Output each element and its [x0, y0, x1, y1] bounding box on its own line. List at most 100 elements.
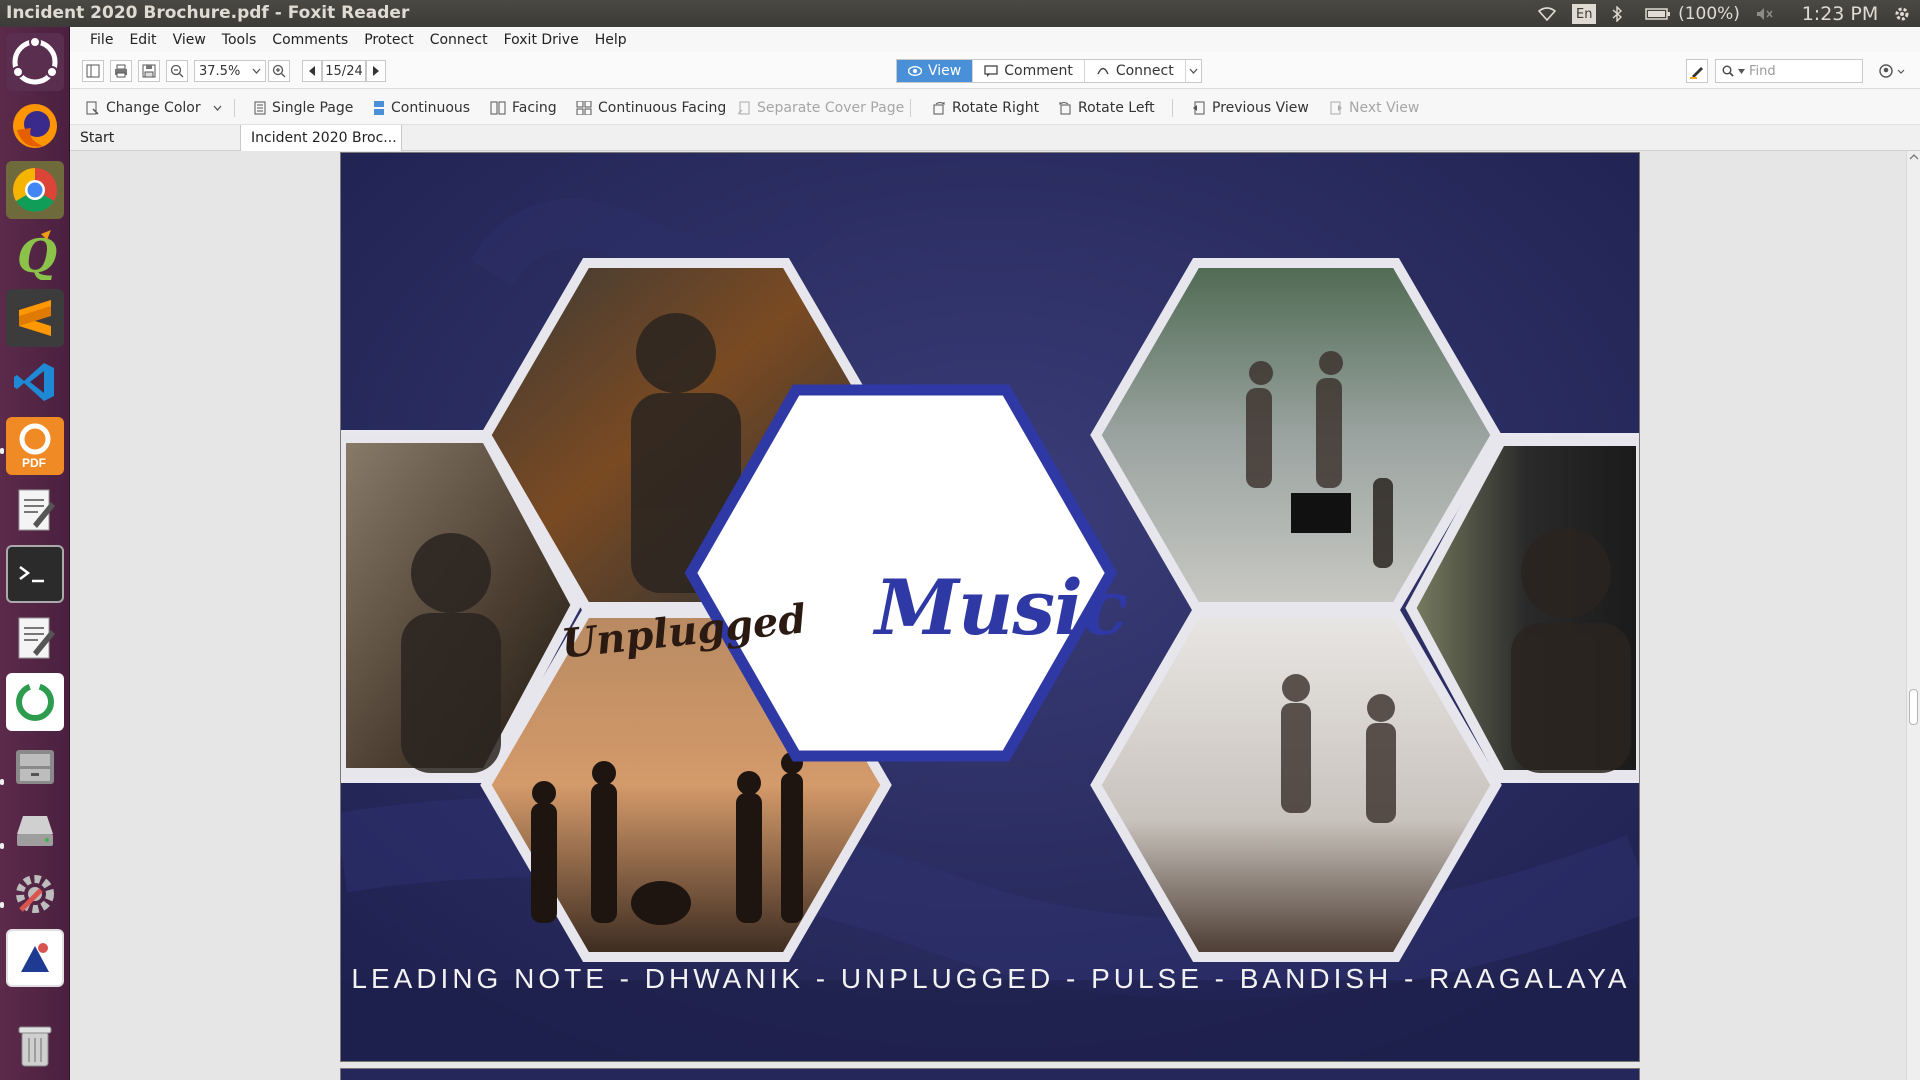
system-settings-icon[interactable] [6, 865, 64, 923]
previous-page-icon[interactable] [302, 60, 322, 82]
mode-dropdown-button[interactable] [1186, 60, 1201, 82]
rotate-right-icon [933, 102, 945, 115]
tab-start[interactable]: Start [70, 125, 240, 151]
separate-cover-page-button[interactable]: Separate Cover Page [737, 98, 904, 118]
menu-view[interactable]: View [165, 32, 214, 48]
mode-comment-button[interactable]: Comment [973, 60, 1085, 82]
menu-comments[interactable]: Comments [264, 32, 356, 48]
tab-document[interactable]: Incident 2020 Broc... [240, 125, 402, 151]
wifi-icon[interactable] [1536, 2, 1558, 25]
find-input[interactable]: Find [1715, 59, 1863, 83]
page-number-input[interactable]: 15/24 [322, 60, 366, 82]
foxit-reader-window: File Edit View Tools Comments Protect Co… [70, 27, 1920, 1080]
separator [910, 99, 911, 117]
change-color-icon [86, 101, 99, 115]
menu-tools[interactable]: Tools [214, 32, 265, 48]
disk-icon[interactable] [6, 801, 64, 859]
single-page-icon [254, 101, 266, 115]
mode-connect-button[interactable]: Connect [1085, 60, 1186, 82]
qgis-icon[interactable]: Q [6, 225, 64, 283]
vertical-scrollbar[interactable] [1906, 151, 1920, 1080]
separate-cover-icon [737, 101, 750, 115]
unity-launcher: Q PDF [0, 27, 70, 1080]
file-cabinet-icon[interactable] [6, 737, 64, 795]
sync-icon[interactable] [6, 673, 64, 731]
separator [234, 99, 235, 117]
foxit-reader-icon[interactable]: PDF [6, 417, 64, 475]
scrollbar-thumb[interactable] [1909, 689, 1918, 725]
launcher-running-indicator-2 [0, 779, 4, 785]
scroll-up-icon [1909, 154, 1919, 160]
menu-help[interactable]: Help [587, 32, 635, 48]
system-menu-gear-icon[interactable] [1890, 2, 1914, 25]
zoom-value: 37.5% [199, 63, 241, 79]
volume-muted-icon[interactable] [1754, 2, 1776, 25]
document-tab-bar: Start Incident 2020 Broc... [70, 125, 1920, 151]
battery-icon[interactable] [1644, 2, 1672, 25]
menu-file[interactable]: File [82, 32, 121, 48]
bluetooth-icon[interactable] [1608, 2, 1626, 25]
system-top-bar: Incident 2020 Brochure.pdf - Foxit Reade… [0, 0, 1920, 27]
vscode-icon[interactable] [6, 353, 64, 411]
next-view-icon [1330, 101, 1342, 115]
rotate-left-icon [1059, 102, 1071, 115]
highlight-pen-icon[interactable] [1686, 59, 1708, 83]
menu-edit[interactable]: Edit [121, 32, 164, 48]
view-toolbar: Change Color Single Page Continuous Faci… [70, 89, 1920, 125]
mode-connect-label: Connect [1115, 63, 1174, 79]
zoom-out-icon[interactable] [166, 60, 188, 82]
event-list: LEADING NOTE - DHWANIK - UNPLUGGED - PUL… [351, 963, 1631, 994]
zoom-in-icon[interactable] [268, 60, 290, 82]
pdf-page: Unplugged Music LEADING NOTE - DHWANIK -… [340, 152, 1640, 1062]
custom-app-icon[interactable] [6, 929, 64, 987]
trash-icon[interactable] [6, 1017, 64, 1075]
document-viewer[interactable]: Unplugged Music LEADING NOTE - DHWANIK -… [70, 151, 1920, 1080]
chrome-icon[interactable] [6, 161, 64, 219]
previous-view-button[interactable]: Previous View [1192, 98, 1309, 118]
continuous-facing-label: Continuous Facing [598, 100, 727, 116]
search-icon [1722, 65, 1734, 77]
print-icon[interactable] [110, 60, 132, 82]
rotate-right-label: Rotate Right [952, 100, 1040, 116]
clock[interactable]: 1:23 PM [1795, 2, 1885, 25]
account-menu-button[interactable] [1874, 59, 1910, 83]
change-color-button[interactable]: Change Color [86, 98, 222, 118]
mode-view-button[interactable]: View [897, 60, 974, 82]
next-view-button[interactable]: Next View [1329, 98, 1419, 118]
svg-text:PDF: PDF [22, 456, 46, 470]
keyboard-layout-indicator[interactable]: En [1572, 4, 1597, 24]
rotate-right-button[interactable]: Rotate Right [932, 98, 1039, 118]
menu-protect[interactable]: Protect [356, 32, 422, 48]
text-editor-2-icon[interactable] [6, 609, 64, 667]
next-pdf-page [340, 1068, 1640, 1080]
next-page-icon[interactable] [366, 60, 386, 82]
sublime-text-icon[interactable] [6, 289, 64, 347]
separate-cover-label: Separate Cover Page [757, 100, 905, 116]
terminal-icon[interactable] [6, 545, 64, 603]
menu-foxit-drive[interactable]: Foxit Drive [496, 32, 587, 48]
save-icon[interactable] [138, 60, 160, 82]
find-placeholder: Find [1749, 63, 1776, 79]
menu-connect[interactable]: Connect [422, 32, 496, 48]
toggle-panel-icon[interactable] [82, 60, 104, 82]
separator [1172, 99, 1173, 117]
mode-view-label: View [928, 63, 962, 79]
rotate-left-button[interactable]: Rotate Left [1058, 98, 1155, 118]
zoom-select[interactable]: 37.5% [194, 60, 266, 82]
previous-view-icon [1193, 101, 1205, 115]
text-editor-icon[interactable] [6, 481, 64, 539]
window-title: Incident 2020 Brochure.pdf - Foxit Reade… [6, 3, 410, 23]
svg-text:Q: Q [17, 229, 57, 280]
single-page-button[interactable]: Single Page [254, 98, 353, 118]
rotate-left-label: Rotate Left [1078, 100, 1155, 116]
facing-icon [490, 101, 506, 115]
firefox-icon[interactable] [6, 97, 64, 155]
battery-percentage: (100%) [1678, 3, 1740, 24]
continuous-facing-button[interactable]: Continuous Facing [576, 98, 726, 118]
chevron-down-icon [1897, 69, 1905, 74]
ubuntu-dash-icon[interactable] [6, 33, 64, 91]
continuous-button[interactable]: Continuous [373, 98, 470, 118]
previous-view-label: Previous View [1212, 100, 1309, 116]
facing-label: Facing [512, 100, 557, 116]
facing-button[interactable]: Facing [490, 98, 557, 118]
